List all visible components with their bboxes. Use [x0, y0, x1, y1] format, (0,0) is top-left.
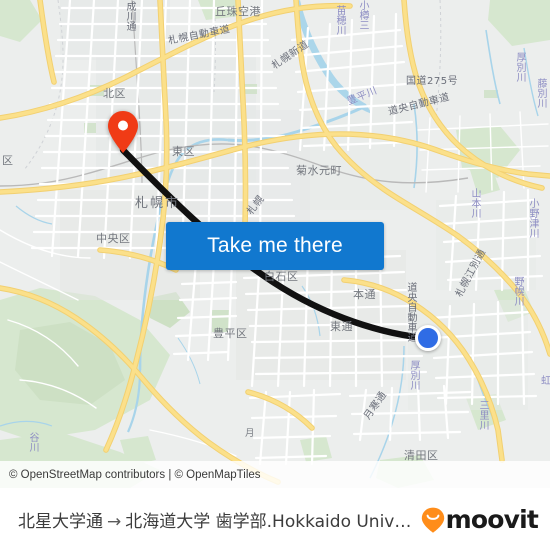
origin-pin-marker[interactable]	[107, 110, 139, 154]
map-attribution: © OpenStreetMap contributors | © OpenMap…	[0, 461, 550, 488]
moovit-wordmark: moovit	[445, 505, 539, 534]
destination-dot-marker[interactable]	[415, 325, 441, 351]
take-me-there-button[interactable]: Take me there	[166, 222, 384, 270]
caption-bar: 北星大学通 → 北海道大学 歯学部.Hokkaido University moov…	[0, 488, 550, 550]
moovit-pin-icon	[421, 507, 444, 533]
arrow-right-icon: →	[107, 512, 122, 532]
moovit-logo[interactable]: moovit	[421, 505, 539, 534]
moovit-route-screenshot: .land { fill:#eceeed; } .blockA { fill:#…	[0, 0, 550, 550]
attribution-text[interactable]: © OpenStreetMap contributors | © OpenMap…	[9, 469, 261, 481]
caption-origin: 北星大学通	[18, 512, 103, 532]
caption-destination: 北海道大学 歯学部.Hokkaido University	[125, 512, 421, 532]
map-canvas[interactable]: .land { fill:#eceeed; } .blockA { fill:#…	[0, 0, 550, 488]
route-caption: 北星大学通 → 北海道大学 歯学部.Hokkaido University	[18, 507, 421, 532]
